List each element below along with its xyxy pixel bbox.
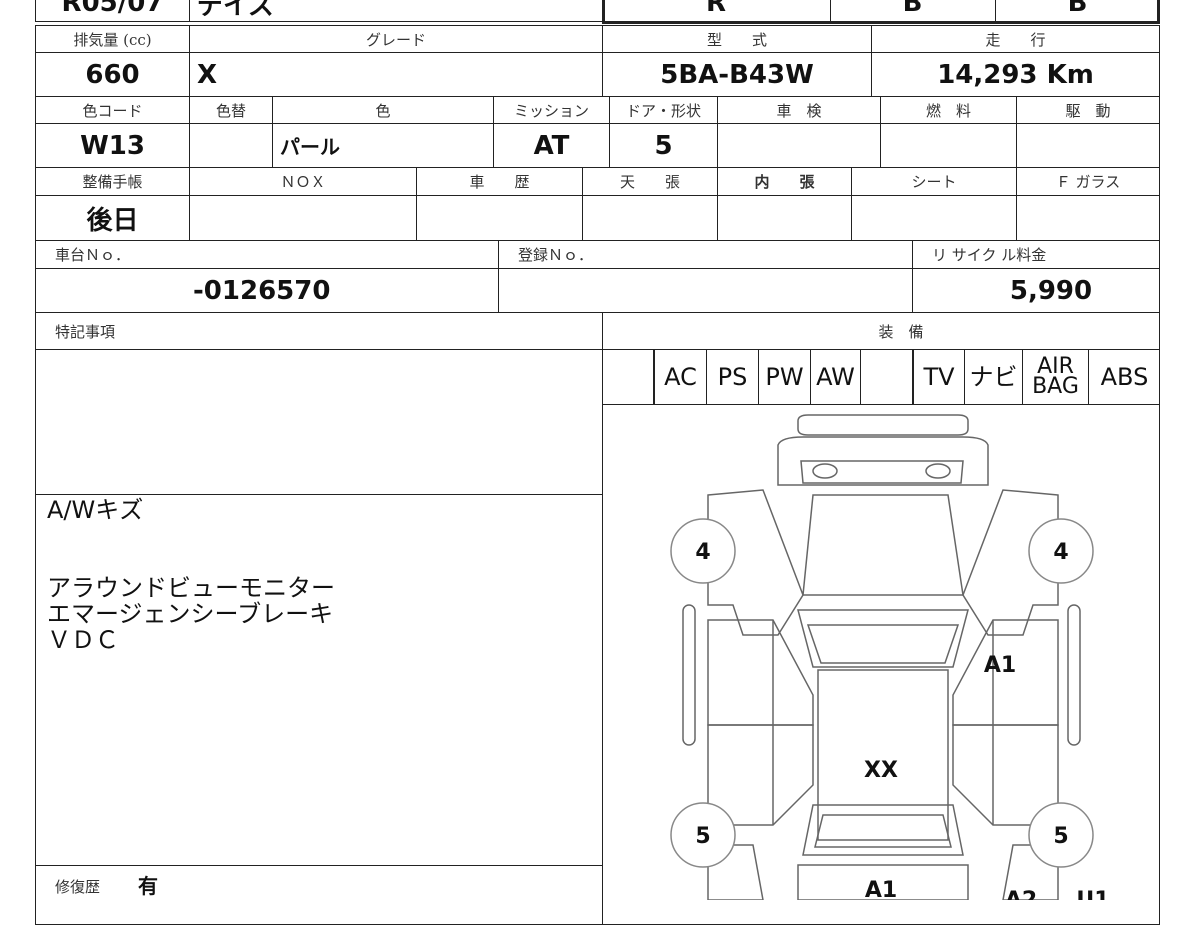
hood-outline <box>802 494 964 596</box>
transmission-label: ミッション <box>513 101 589 120</box>
equipment-ac: AC <box>654 349 707 405</box>
overall-score: R <box>705 0 727 18</box>
registration-no-label: 登録Ｎｏ． <box>518 246 594 264</box>
drive-label: 駆 動 <box>1065 101 1111 120</box>
drive-value <box>1016 123 1160 168</box>
equipment-pw: PW <box>759 349 811 405</box>
color-change-value <box>189 123 273 168</box>
exterior-grade: B <box>1067 0 1088 18</box>
repair-history-label: 修復歴 <box>55 877 101 896</box>
car-diagram: 4 4 A1 XX 5 5 A1 A2 U1 <box>670 414 1110 900</box>
windshield-outline <box>797 609 969 668</box>
registration-no-value <box>498 268 913 313</box>
repair-history-value: 有 <box>138 873 158 898</box>
interior-trim-label: 内 張 <box>754 173 815 191</box>
auction-date: R05/07 <box>61 0 164 18</box>
seat-value <box>851 195 1017 241</box>
windshield-label: Ｆ ガラス <box>1055 173 1121 191</box>
model-code-value: 5BA-B43W <box>660 59 814 90</box>
headliner-label: 天 張 <box>619 173 680 191</box>
right-mirror <box>1067 604 1081 746</box>
notes-text <box>45 355 585 485</box>
notes-label: 特記事項 <box>55 322 116 341</box>
remarks-list: A/Wキズ アラウンドビューモニター エマージェンシーブレーキ ＶＤＣ <box>47 497 587 653</box>
chassis-no-value: -0126570 <box>193 275 331 306</box>
nox-label: ＮＯＸ <box>280 173 326 191</box>
equipment-navi: ナビ <box>965 349 1023 405</box>
mark-rear-quarter-right-1: A2 <box>1005 888 1037 900</box>
equipment-airbag: AIR BAG <box>1023 349 1089 405</box>
recycle-fee-value: 5,990 <box>1009 275 1093 306</box>
service-book-value: 後日 <box>86 205 139 236</box>
mark-roof: XX <box>864 758 898 783</box>
front-bumper-outline <box>797 414 969 436</box>
equipment-tv: TV <box>913 349 965 405</box>
remark-line-4: エマージェンシーブレーキ <box>47 600 334 628</box>
color-value: パール <box>280 135 340 159</box>
mark-rear-bumper: A1 <box>865 878 897 900</box>
mileage-value: 14,293 Km <box>937 59 1094 90</box>
equipment-label: 装 備 <box>878 322 924 341</box>
grade-label: グレード <box>365 30 426 49</box>
nox-value <box>189 195 417 241</box>
windshield-value <box>1016 195 1160 241</box>
model-name: デイズ <box>197 0 275 21</box>
fuel-value <box>880 123 1017 168</box>
mark-rear-quarter-right-2: U1 <box>1076 888 1109 900</box>
equipment-aw: AW <box>811 349 861 405</box>
left-mirror <box>682 604 696 746</box>
history-label: 車 歴 <box>469 173 530 191</box>
equipment-abs: ABS <box>1100 363 1149 391</box>
mark-rear-right-wheel: 5 <box>1053 824 1068 849</box>
color-change-label: 色替 <box>215 101 246 120</box>
mark-front-left-wheel: 4 <box>695 540 710 565</box>
color-code-value: W13 <box>80 130 145 161</box>
color-code-label: 色コード <box>82 101 143 120</box>
remark-line-2 <box>47 523 587 575</box>
inspection-label: 車 検 <box>776 101 822 120</box>
equipment-blank-2 <box>861 349 913 405</box>
doors-value: 5 <box>654 130 673 161</box>
equipment-blank-1 <box>602 349 654 405</box>
transmission-value: AT <box>533 130 570 161</box>
headlight-right <box>925 463 951 479</box>
displacement-value: 660 <box>85 59 140 90</box>
headliner-value <box>582 195 718 241</box>
equipment-items: AC PS PW AW TV ナビ AIR BAG ABS <box>602 349 1160 405</box>
displacement-label: 排気量 (cc) <box>73 30 152 49</box>
remark-line-1: A/Wキズ <box>47 496 144 524</box>
equipment-ps: PS <box>707 349 759 405</box>
history-value <box>416 195 583 241</box>
seat-label: シート <box>911 173 957 191</box>
headlight-left <box>812 463 838 479</box>
rear-window-inner <box>814 814 952 848</box>
grade-value: X <box>197 59 218 90</box>
model-code-label: 型 式 <box>706 30 767 49</box>
remark-line-5: ＶＤＣ <box>47 626 119 654</box>
inspection-value <box>717 123 881 168</box>
doors-label: ドア・形状 <box>625 101 701 120</box>
mark-right-front-door: A1 <box>984 653 1016 678</box>
service-book-label: 整備手帳 <box>82 173 143 191</box>
color-label: 色 <box>375 101 391 120</box>
interior-grade: B <box>902 0 923 18</box>
remark-line-3: アラウンドビューモニター <box>47 574 335 602</box>
mark-front-right-wheel: 4 <box>1053 540 1068 565</box>
chassis-no-label: 車台Ｎｏ． <box>55 246 131 264</box>
windshield-inner <box>806 624 960 664</box>
fuel-label: 燃 料 <box>925 101 971 120</box>
mark-rear-left-wheel: 5 <box>695 824 710 849</box>
recycle-fee-label: リ サイク ル料金 <box>932 246 1047 264</box>
mileage-label: 走 行 <box>985 30 1046 49</box>
interior-trim-value <box>717 195 852 241</box>
